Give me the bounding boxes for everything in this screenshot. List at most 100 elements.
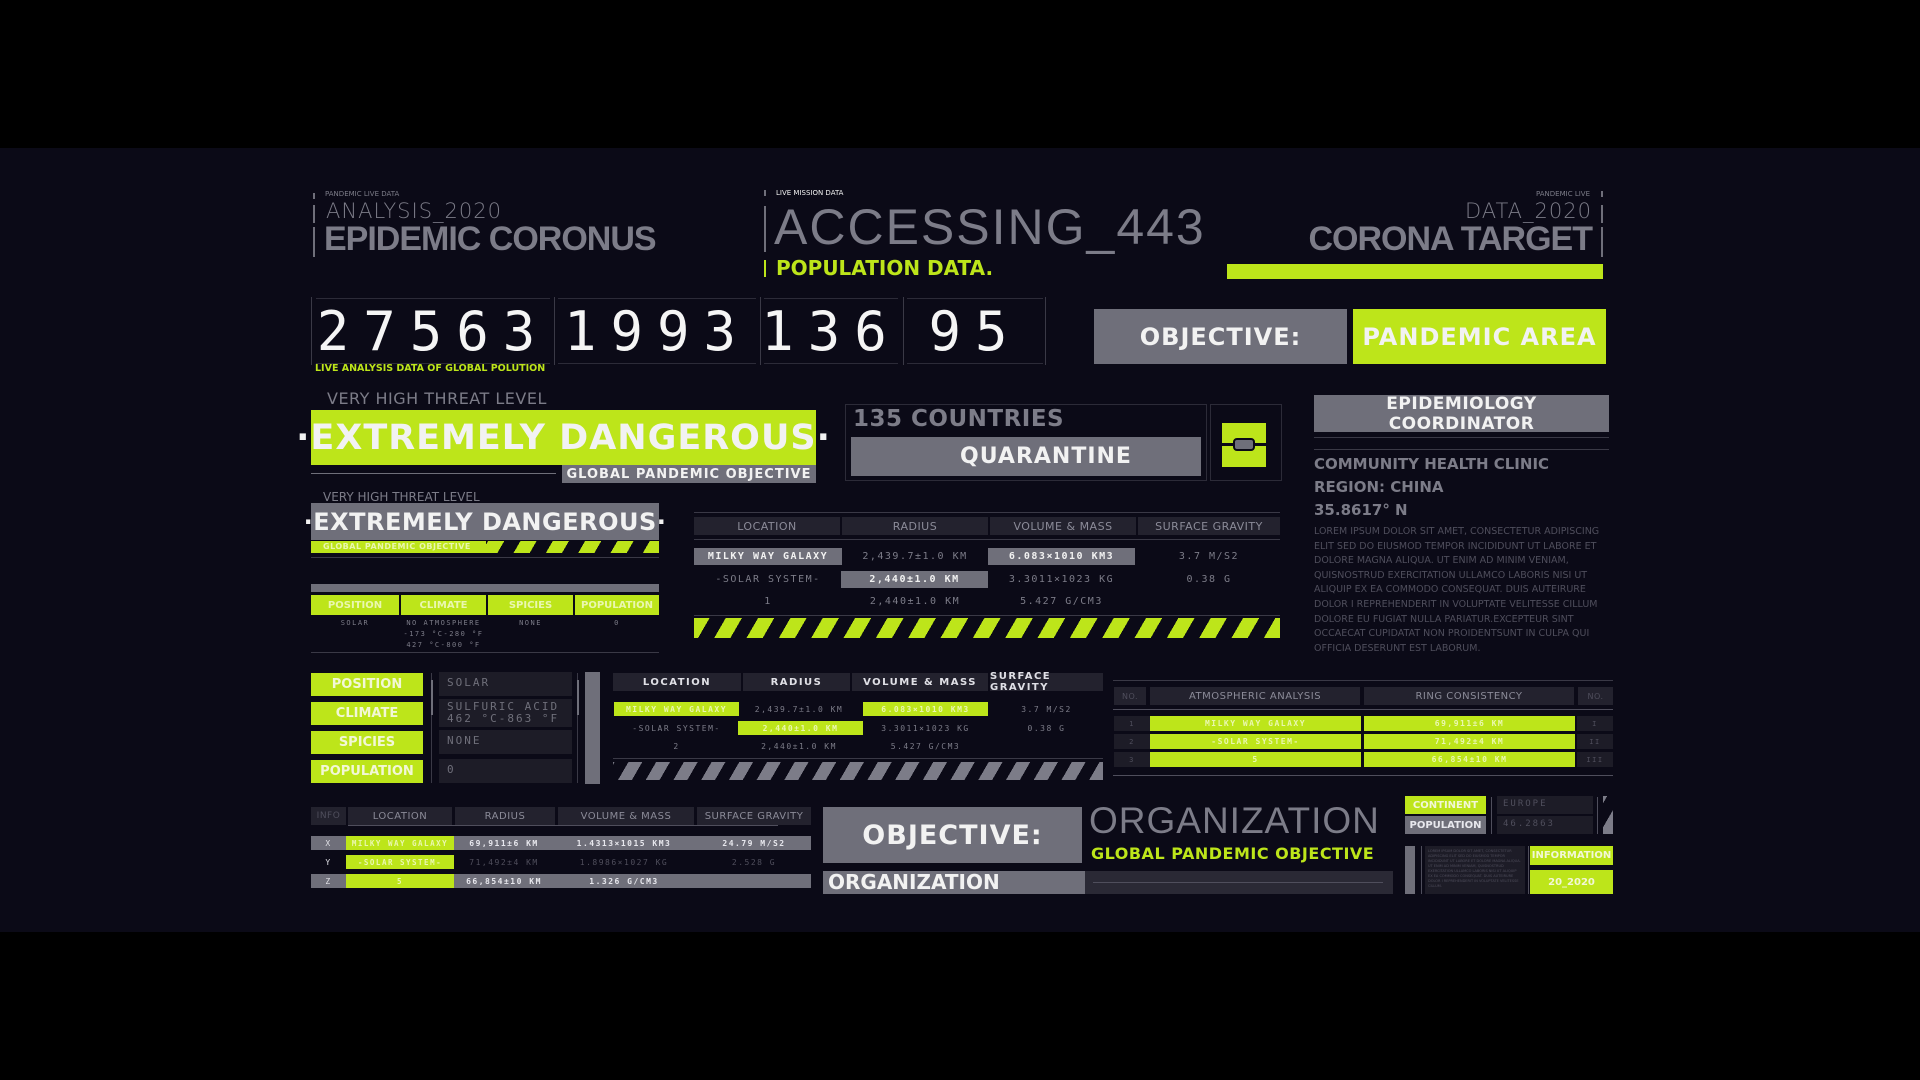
table-bottom-cell: Z bbox=[325, 876, 332, 886]
header-right-tick bbox=[1601, 191, 1603, 197]
table-bottom-cell: 71,492±4 KM bbox=[469, 857, 539, 867]
continent-value: EUROPE bbox=[1497, 796, 1593, 814]
table-atmo-cell: 69,911±6 KM bbox=[1364, 716, 1575, 731]
table-atmo-cell: 2 bbox=[1114, 734, 1150, 749]
table-upper-header: RADIUS bbox=[842, 517, 988, 535]
table-upper-header: LOCATION bbox=[694, 517, 840, 535]
table-bottom-header: RADIUS bbox=[455, 807, 555, 825]
objective-bottom-title: ORGANIZATION bbox=[1089, 800, 1380, 841]
table-atmo-cell: II bbox=[1577, 734, 1613, 749]
divider bbox=[311, 557, 659, 558]
continent-label: CONTINENT bbox=[1405, 796, 1486, 814]
header-right-tick bbox=[1601, 205, 1603, 223]
stats-list-value: 0 bbox=[439, 759, 572, 783]
stats-small-bar bbox=[311, 584, 659, 592]
table-upper-header: VOLUME & MASS bbox=[990, 517, 1136, 535]
table-bottom-cell: 66,854±10 KM bbox=[466, 876, 542, 886]
counter-divider bbox=[311, 297, 312, 365]
table-bottom-cell: MILKY WAY GALAXY bbox=[346, 836, 454, 850]
table-bottom-cell bbox=[697, 874, 811, 888]
table-upper-cell: 2,439.7±1.0 KM bbox=[862, 551, 968, 562]
hazard-stripes bbox=[486, 541, 659, 553]
hazard-stripes bbox=[613, 762, 1103, 780]
divider bbox=[694, 512, 1280, 513]
coordinator-body: LOREM IPSUM DOLOR SIT AMET, CONSECTETUR … bbox=[1314, 526, 1600, 654]
table-bottom-cell: 69,911±6 KM bbox=[469, 838, 539, 848]
lock-icon[interactable] bbox=[1222, 423, 1266, 467]
stats-small-header-species: SPICIES bbox=[488, 595, 573, 615]
table-middle-cell bbox=[990, 739, 1103, 753]
table-upper-cell: 5.427 G/CM3 bbox=[1020, 596, 1103, 607]
hazard-stripes bbox=[1603, 796, 1613, 834]
scrollbar-thumb[interactable] bbox=[577, 680, 579, 715]
table-atmo-cell: 1 bbox=[1114, 716, 1150, 731]
divider bbox=[694, 539, 1280, 540]
coordinator-line-2: REGION: CHINA bbox=[1314, 478, 1444, 496]
threat-tag: GLOBAL PANDEMIC OBJECTIVE bbox=[562, 465, 816, 483]
table-middle-cell: 5.427 G/CM3 bbox=[890, 741, 961, 751]
stats-small-value: SOLAR bbox=[340, 619, 370, 627]
divider bbox=[1314, 437, 1609, 438]
header-right-progress-track bbox=[1227, 264, 1603, 279]
divider bbox=[311, 652, 659, 653]
info-value-badge: 20_2020 bbox=[1530, 870, 1613, 894]
info-body: LOREM IPSUM DOLOR SIT AMET, CONSECTETUR … bbox=[1425, 846, 1525, 894]
header-right-progress-fill bbox=[1227, 264, 1603, 279]
table-middle-cell: 2,439.7±1.0 KM bbox=[754, 704, 844, 714]
table-upper-cell bbox=[1138, 593, 1280, 610]
stats-small-header-position: POSITION bbox=[311, 595, 399, 615]
table-middle-cell: -SOLAR SYSTEM- bbox=[632, 723, 721, 733]
scrollbar-thumb[interactable] bbox=[431, 680, 433, 715]
scroll-track bbox=[1528, 846, 1529, 894]
information-button[interactable]: INFORMATION bbox=[1530, 846, 1613, 865]
stats-list-value: NONE bbox=[439, 730, 572, 754]
table-atmo-cell: I bbox=[1577, 716, 1613, 731]
table-middle-cell: MILKY WAY GALAXY bbox=[614, 702, 739, 716]
header-center-subtitle: POPULATION DATA. bbox=[776, 256, 994, 280]
side-bar bbox=[1405, 846, 1415, 894]
table-bottom-cell: 1.326 G/CM3 bbox=[589, 876, 659, 886]
scroll-track bbox=[1491, 797, 1492, 834]
table-middle-cell: 2 bbox=[673, 741, 680, 751]
header-center-title: ACCESSING_443 bbox=[774, 199, 1206, 255]
header-center-tick bbox=[764, 206, 766, 252]
table-bottom-cell: 24.79 M/S2 bbox=[722, 838, 786, 848]
stats-list-value: SOLAR bbox=[439, 672, 572, 696]
divider bbox=[1113, 775, 1613, 776]
organization-progress-track[interactable] bbox=[1085, 871, 1393, 894]
header-left-tick bbox=[313, 205, 315, 223]
stats-list-label[interactable]: CLIMATE bbox=[311, 702, 423, 725]
coordinator-line-1: COMMUNITY HEALTH CLINIC bbox=[1314, 455, 1550, 473]
table-middle-header: VOLUME & MASS bbox=[852, 673, 988, 691]
table-bottom-cell: 2.528 G bbox=[731, 857, 777, 867]
table-middle-cell: 2,440±1.0 KM bbox=[761, 741, 837, 751]
threat-small-banner: ·EXTREMELY DANGEROUS· bbox=[304, 503, 666, 540]
stats-list-label[interactable]: POSITION bbox=[311, 673, 423, 696]
organization-bar-label: ORGANIZATION bbox=[823, 871, 1085, 894]
table-atmo-cell: 71,492±4 KM bbox=[1364, 734, 1575, 749]
stats-list-value-line: 462 °C-863 °F bbox=[447, 712, 560, 725]
table-middle-cell: 3.7 M/S2 bbox=[1021, 704, 1072, 714]
divider bbox=[613, 758, 1103, 759]
objective-bottom-label: OBJECTIVE: bbox=[823, 807, 1082, 863]
table-middle-cell: 0.38 G bbox=[1027, 723, 1066, 733]
threat-status-banner: ·EXTREMELY DANGEROUS· bbox=[296, 410, 830, 465]
population-value: 46.2863 bbox=[1497, 816, 1593, 834]
stats-list-label[interactable]: SPICIES bbox=[311, 731, 423, 754]
quarantine-button[interactable]: QUARANTINE bbox=[851, 437, 1201, 476]
table-upper-cell: 1 bbox=[764, 596, 772, 607]
table-atmo-header: NO. bbox=[1114, 687, 1146, 705]
counter-1: 27563 bbox=[316, 298, 550, 364]
table-upper-cell: -SOLAR SYSTEM- bbox=[715, 574, 821, 585]
objective-value-button[interactable]: PANDEMIC AREA bbox=[1353, 309, 1606, 364]
header-center-kicker: LIVE MISSION DATA bbox=[776, 189, 844, 197]
table-upper-cell: 3.3011×1023 KG bbox=[1008, 574, 1115, 585]
table-middle-cell: 6.083×1010 KM3 bbox=[863, 702, 988, 716]
threat-small-level: VERY HIGH THREAT LEVEL bbox=[323, 490, 480, 504]
threat-level-label: VERY HIGH THREAT LEVEL bbox=[327, 389, 547, 408]
stats-list-label[interactable]: POPULATION bbox=[311, 760, 423, 783]
table-atmo-cell: III bbox=[1577, 752, 1613, 767]
table-upper-cell: MILKY WAY GALAXY bbox=[694, 548, 842, 565]
table-middle-cell: 3.3011×1023 KG bbox=[881, 723, 970, 733]
counter-divider bbox=[554, 297, 555, 365]
